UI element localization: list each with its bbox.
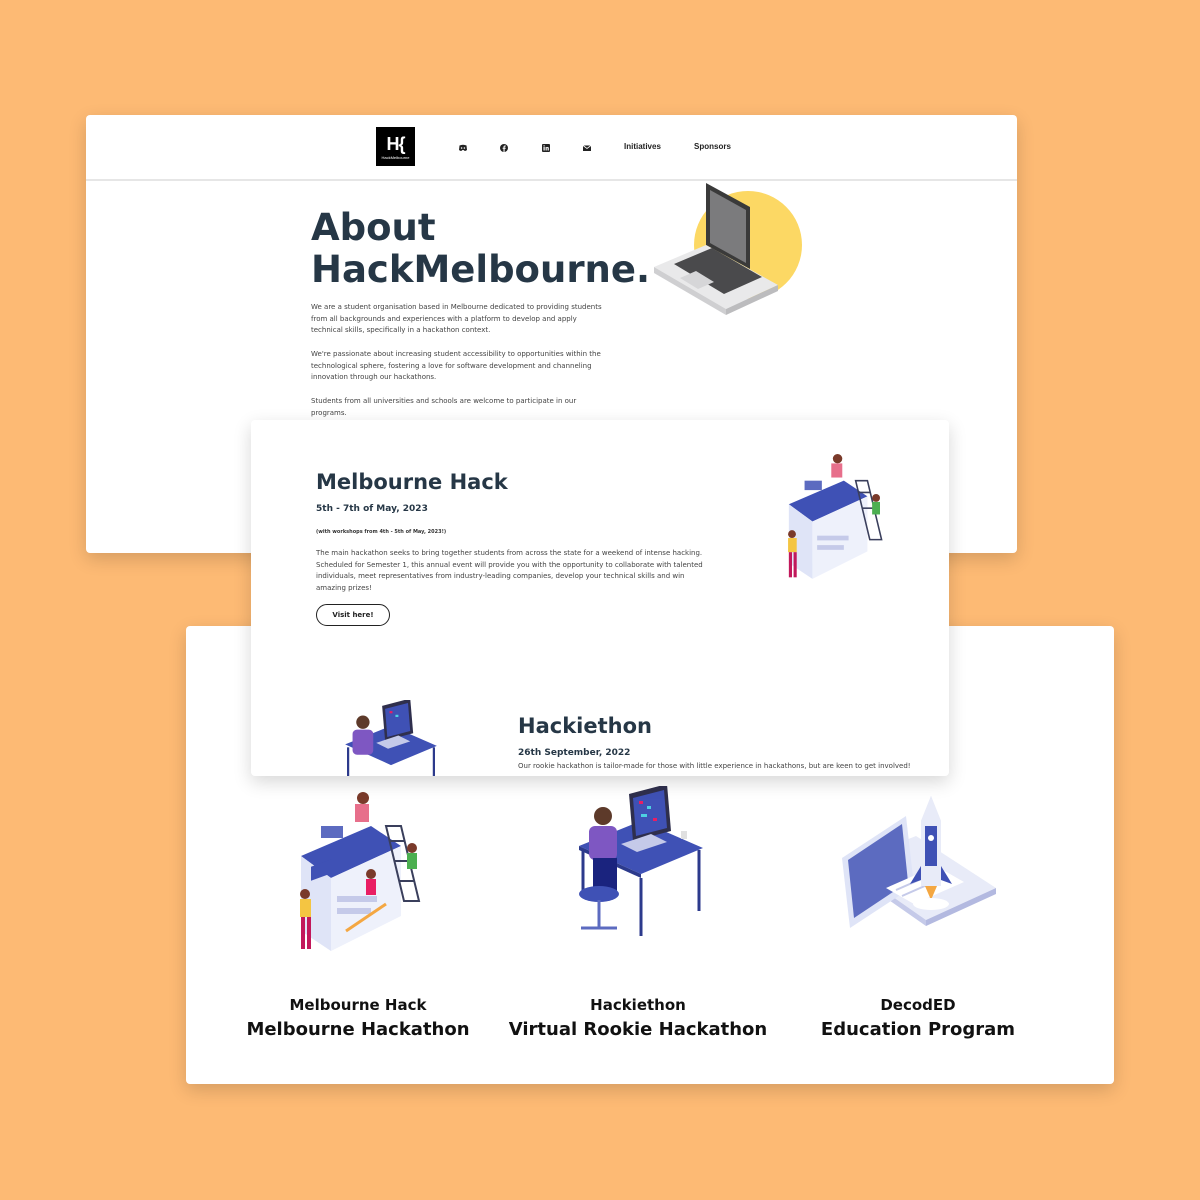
melbourne-hack-illustration [300, 792, 421, 951]
event-title-hackiethon: Hackiethon [518, 714, 652, 738]
event-detail-card: Melbourne Hack 5th - 7th of May, 2023 (w… [251, 420, 949, 776]
nav-link-initiatives[interactable]: Initiatives [624, 142, 661, 151]
logo-mark: H{ [386, 134, 405, 154]
melbourne-hack-illustration [788, 453, 883, 579]
facebook-icon[interactable] [499, 143, 509, 153]
about-paragraph-2: We're passionate about increasing studen… [311, 350, 601, 381]
initiative-name: Melbourne Hack [289, 996, 427, 1014]
hackmelbourne-logo[interactable]: H{ HackMelbourne [376, 127, 415, 166]
visit-here-button[interactable]: Visit here! [316, 604, 390, 626]
logo-text: HackMelbourne [381, 155, 410, 160]
event-workshop-note: (with workshops from 4th - 5th of May, 2… [316, 529, 447, 535]
initiative-subtitle: Virtual Rookie Hackathon [508, 1019, 768, 1040]
initiative-subtitle: Education Program [820, 1019, 1016, 1040]
about-title-line2: HackMelbourne. [311, 248, 651, 291]
event-description: Our rookie hackathon is tailor-made for … [518, 762, 911, 770]
hackiethon-illustration [579, 786, 703, 936]
event-title-melbourne-hack: Melbourne Hack [316, 470, 508, 494]
about-title-line1: About [311, 206, 436, 249]
linkedin-icon[interactable] [541, 143, 551, 153]
decoded-illustration [842, 796, 996, 928]
about-paragraph-1: We are a student organisation based in M… [311, 303, 602, 334]
mail-icon[interactable] [582, 143, 592, 153]
navbar: H{ HackMelbourne Initiatives Sponsors [86, 115, 1017, 181]
about-paragraph-3: Students from all universities and schoo… [311, 397, 577, 417]
hackiethon-illustration [345, 700, 437, 776]
initiative-subtitle: Melbourne Hackathon [246, 1019, 470, 1040]
about-title: About HackMelbourne. [311, 207, 651, 291]
event-description: The main hackathon seeks to bring togeth… [316, 549, 703, 593]
event-date: 26th September, 2022 [518, 748, 631, 758]
nav-link-sponsors[interactable]: Sponsors [694, 142, 731, 151]
discord-icon[interactable] [458, 143, 468, 153]
laptop-illustration [654, 183, 802, 315]
initiative-name: DecodED [880, 996, 956, 1014]
initiative-name: Hackiethon [590, 996, 686, 1014]
event-date: 5th - 7th of May, 2023 [316, 504, 428, 514]
